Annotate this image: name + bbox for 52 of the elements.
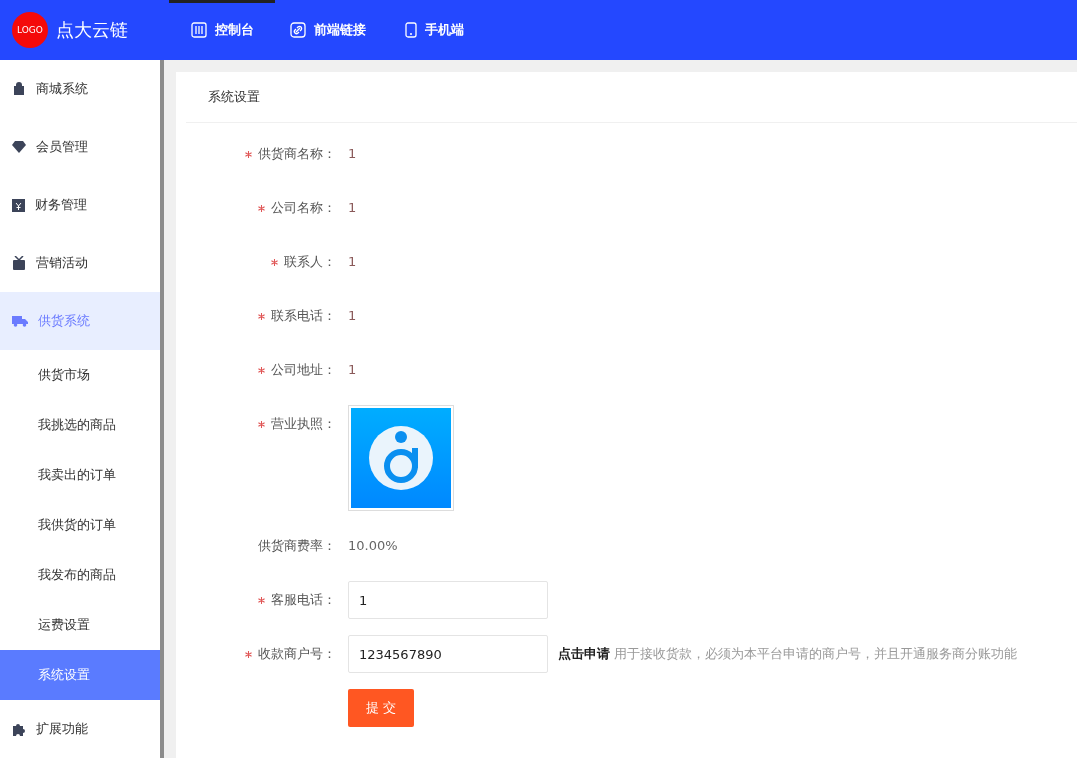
input-field[interactable]: 1: [348, 581, 548, 619]
wallet-icon: [12, 198, 25, 212]
sidebar-subitem[interactable]: 系统设置: [0, 650, 160, 700]
sidebar-subitem[interactable]: 运费设置: [0, 600, 160, 650]
sidebar-subitem[interactable]: 我发布的商品: [0, 550, 160, 600]
field-label: 公司名称：: [176, 189, 348, 227]
nav-tab[interactable]: 前端链接: [275, 0, 381, 60]
field-label: 供货商费率：: [257, 537, 337, 555]
required-icon: [258, 205, 265, 212]
link-icon: [290, 22, 306, 38]
bag-icon: [12, 82, 26, 96]
sidebar-item[interactable]: 扩展功能: [0, 700, 160, 758]
field-value: 1: [348, 361, 357, 379]
logo: LOGO: [12, 12, 48, 48]
required-icon: [245, 151, 252, 158]
sidebar-subitem[interactable]: 我挑选的商品: [0, 400, 160, 450]
sidebar-item[interactable]: 会员管理: [0, 118, 160, 176]
field-value: 1: [348, 145, 357, 163]
sidebar-item[interactable]: 营销活动: [0, 234, 160, 292]
sidebar-item[interactable]: 商城系统: [0, 60, 160, 118]
field-label: 客服电话：: [176, 581, 348, 619]
required-icon: [258, 313, 265, 320]
field-value: 1: [348, 253, 357, 271]
sidebar-item[interactable]: 财务管理: [0, 176, 160, 234]
phone-icon: [404, 22, 417, 38]
nav-tab[interactable]: 手机端: [381, 0, 487, 60]
field-value: 10.00%: [348, 537, 398, 555]
sidebar-subitem[interactable]: 供货市场: [0, 350, 160, 400]
required-icon: [258, 421, 265, 428]
diamond-icon: [12, 141, 26, 153]
required-icon: [245, 651, 252, 658]
field-label: 收款商户号：: [176, 635, 348, 673]
field-label: 联系人：: [176, 243, 348, 281]
required-icon: [258, 367, 265, 374]
required-icon: [271, 259, 278, 266]
field-label: 供货商名称：: [176, 135, 348, 173]
field-label: 联系电话：: [176, 297, 348, 335]
sidebar-subitem[interactable]: 我供货的订单: [0, 500, 160, 550]
brand-name: 点大云链: [56, 18, 128, 42]
required-icon: [258, 597, 265, 604]
hint-text: 用于接收货款，必须为本平台申请的商户号，并且开通服务商分账功能: [614, 645, 1017, 663]
apply-link[interactable]: 点击申请: [558, 635, 610, 673]
field-value: 1: [348, 307, 357, 325]
field-label: 公司地址：: [176, 351, 348, 389]
puzzle-icon: [12, 722, 26, 736]
field-label: 营业执照：: [176, 405, 348, 443]
card-title: 系统设置: [186, 72, 1077, 123]
truck-icon: [12, 315, 28, 327]
field-value: 1: [348, 199, 357, 217]
input-field[interactable]: 1234567890: [348, 635, 548, 673]
sliders-icon: [190, 22, 207, 38]
sidebar-subitem[interactable]: 我卖出的订单: [0, 450, 160, 500]
